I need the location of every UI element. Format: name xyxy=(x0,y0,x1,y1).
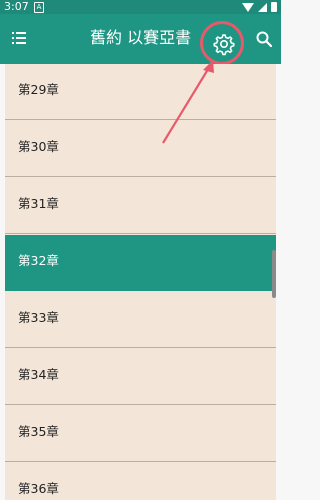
chapter-label: 第36章 xyxy=(18,481,59,496)
battery-icon xyxy=(271,2,277,12)
status-time: 3:07 xyxy=(4,0,29,13)
chapter-label: 第29章 xyxy=(18,82,59,97)
app-bar: 舊約 以賽亞書 xyxy=(0,14,281,65)
menu-icon[interactable] xyxy=(12,32,26,44)
gear-icon xyxy=(213,34,235,56)
chapter-label: 第33章 xyxy=(18,310,59,325)
chapter-row[interactable]: 第30章 xyxy=(5,121,276,177)
chapter-row[interactable]: 第29章 xyxy=(5,64,276,120)
page-title: 舊約 以賽亞書 xyxy=(90,28,192,47)
chapter-row[interactable]: 第36章 xyxy=(5,463,276,500)
chapter-label: 第30章 xyxy=(18,139,59,154)
chapter-row[interactable]: 第33章 xyxy=(5,292,276,348)
status-bar: 3:07 A xyxy=(0,0,281,14)
settings-button[interactable] xyxy=(200,21,244,65)
chapter-list: 第29章第30章第31章第32章第33章第34章第35章第36章 xyxy=(5,64,276,500)
search-icon[interactable] xyxy=(255,30,273,48)
status-icons xyxy=(242,2,277,12)
chapter-row[interactable]: 第35章 xyxy=(5,406,276,462)
chapter-row[interactable]: 第34章 xyxy=(5,349,276,405)
chapter-label: 第31章 xyxy=(18,196,59,211)
scrollbar[interactable] xyxy=(272,250,276,298)
chapter-row[interactable]: 第32章 xyxy=(5,235,276,291)
chapter-row[interactable]: 第31章 xyxy=(5,178,276,234)
chapter-label: 第34章 xyxy=(18,367,59,382)
signal-icon xyxy=(258,2,267,12)
notification-icon: A xyxy=(34,2,44,13)
wifi-icon xyxy=(242,2,254,12)
chapter-label: 第35章 xyxy=(18,424,59,439)
chapter-label: 第32章 xyxy=(18,253,59,268)
